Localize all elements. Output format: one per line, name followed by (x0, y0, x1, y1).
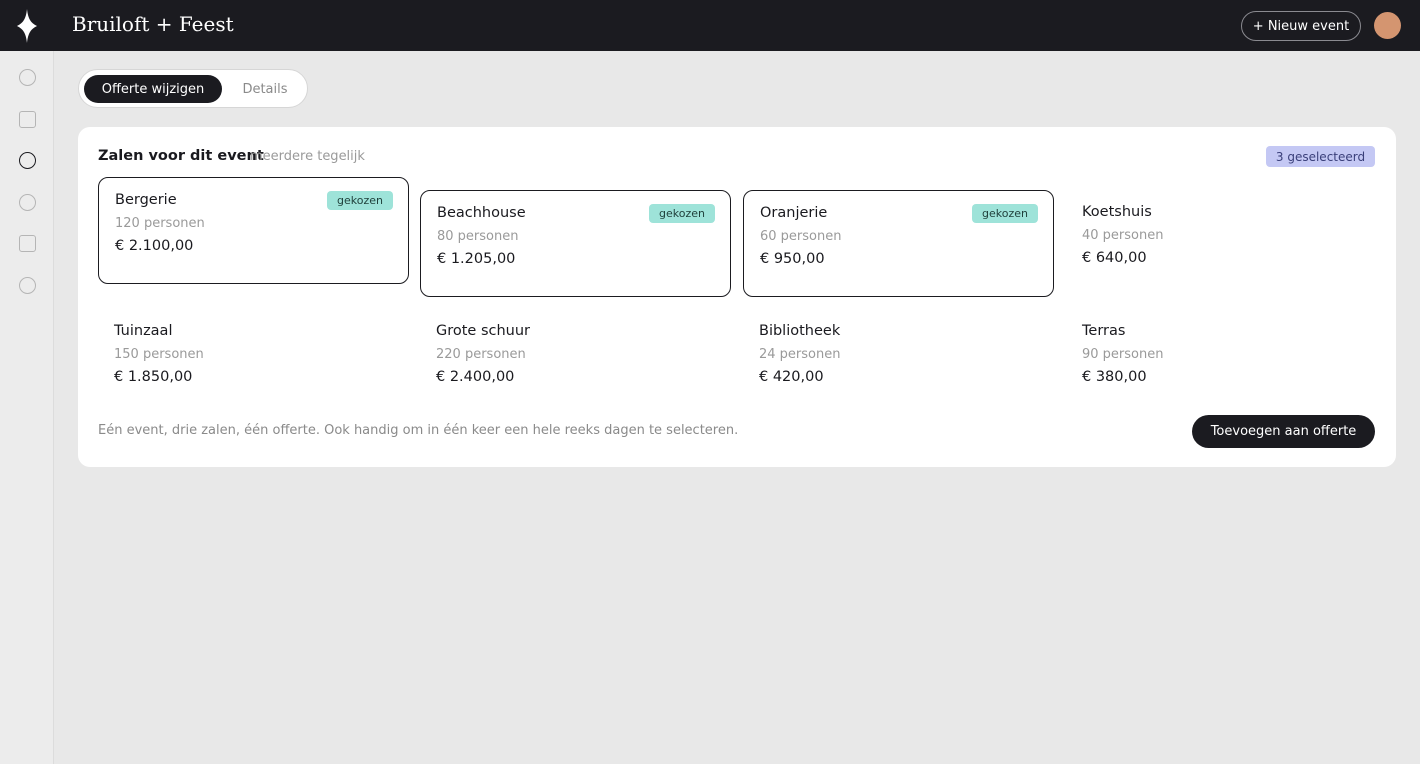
diamond-star-icon (17, 8, 37, 43)
nav-item-5-icon[interactable] (19, 235, 36, 252)
room-card-oranjerie[interactable]: Oranjerie gekozen 60 personen € 950,00 (743, 190, 1054, 297)
logo[interactable] (0, 0, 54, 51)
panel-hint: meerdere tegelijk (250, 149, 365, 164)
room-price: € 1.850,00 (114, 369, 193, 385)
chosen-badge: gekozen (649, 204, 715, 223)
room-capacity: 220 personen (436, 347, 526, 362)
room-price: € 2.100,00 (115, 238, 194, 254)
nav-item-6-icon[interactable] (19, 277, 36, 294)
new-event-button[interactable]: + Nieuw event (1241, 11, 1361, 41)
panel-title: Zalen voor dit event (98, 148, 264, 164)
nav-item-2-icon[interactable] (19, 111, 36, 128)
room-name: Koetshuis (1082, 204, 1152, 220)
tab-details[interactable]: Details (226, 75, 304, 103)
room-price: € 2.400,00 (436, 369, 515, 385)
room-capacity: 90 personen (1082, 347, 1164, 362)
room-capacity: 150 personen (114, 347, 204, 362)
room-name: Grote schuur (436, 323, 531, 339)
tab-offerte-wijzigen[interactable]: Offerte wijzigen (84, 75, 222, 103)
room-price: € 380,00 (1082, 369, 1147, 385)
top-bar: Bruiloft + Feest + Nieuw event (54, 0, 1420, 51)
room-capacity: 120 personen (115, 216, 205, 231)
tab-switcher: Offerte wijzigen Details (78, 69, 308, 108)
avatar[interactable] (1374, 12, 1401, 39)
nav-item-3-icon[interactable] (19, 152, 36, 169)
room-card-bibliotheek[interactable]: Bibliotheek 24 personen € 420,00 (743, 309, 1054, 416)
room-price: € 1.205,00 (437, 251, 516, 267)
room-capacity: 60 personen (760, 229, 842, 244)
room-name: Bergerie (115, 192, 177, 208)
room-capacity: 80 personen (437, 229, 519, 244)
chosen-badge: gekozen (327, 191, 393, 210)
room-card-beachhouse[interactable]: Beachhouse gekozen 80 personen € 1.205,0… (420, 190, 731, 297)
room-price: € 950,00 (760, 251, 825, 267)
room-card-tuinzaal[interactable]: Tuinzaal 150 personen € 1.850,00 (98, 309, 409, 416)
room-price: € 640,00 (1082, 250, 1147, 266)
room-card-bergerie[interactable]: Bergerie gekozen 120 personen € 2.100,00 (98, 177, 409, 284)
room-card-grote-schuur[interactable]: Grote schuur 220 personen € 2.400,00 (420, 309, 731, 416)
rooms-panel: Zalen voor dit event meerdere tegelijk 3… (78, 127, 1396, 467)
room-name: Terras (1082, 323, 1126, 339)
room-name: Bibliotheek (759, 323, 841, 339)
room-card-koetshuis[interactable]: Koetshuis 40 personen € 640,00 (1066, 190, 1377, 297)
room-name: Oranjerie (760, 205, 828, 221)
nav-item-4-icon[interactable] (19, 194, 36, 211)
selected-count-badge: 3 geselecteerd (1266, 146, 1375, 167)
chosen-badge: gekozen (972, 204, 1038, 223)
room-price: € 420,00 (759, 369, 824, 385)
room-capacity: 40 personen (1082, 228, 1164, 243)
nav-item-1-icon[interactable] (19, 69, 36, 86)
footer-note: Eén event, drie zalen, één offerte. Ook … (98, 423, 739, 438)
room-capacity: 24 personen (759, 347, 841, 362)
brand-title: Bruiloft + Feest (72, 12, 234, 36)
room-name: Beachhouse (437, 205, 526, 221)
room-card-terras[interactable]: Terras 90 personen € 380,00 (1066, 309, 1377, 416)
sidebar (0, 0, 54, 764)
room-name: Tuinzaal (114, 323, 173, 339)
add-to-quote-button[interactable]: Toevoegen aan offerte (1192, 415, 1375, 448)
